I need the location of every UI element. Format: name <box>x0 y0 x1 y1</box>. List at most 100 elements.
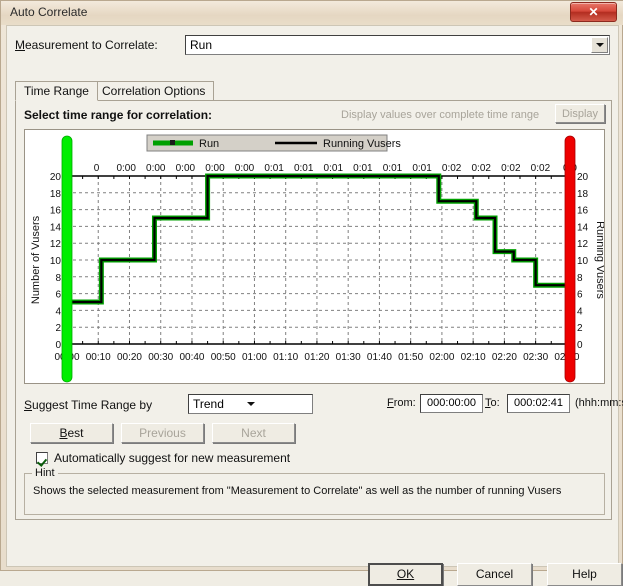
svg-text:00:30: 00:30 <box>148 352 173 363</box>
svg-text:00:20: 00:20 <box>117 352 142 363</box>
measurement-label-rest: easurement to Correlate: <box>25 38 158 52</box>
checkbox-icon[interactable] <box>36 452 48 464</box>
svg-text:10: 10 <box>50 256 62 267</box>
measurement-value: Run <box>190 38 213 52</box>
svg-text:4: 4 <box>55 306 61 317</box>
svg-text:Number of Vusers: Number of Vusers <box>30 215 42 304</box>
svg-text:0:01: 0:01 <box>324 163 344 174</box>
best-label-rest: est <box>67 426 84 440</box>
svg-text:0:00: 0:00 <box>176 163 196 174</box>
auto-correlate-dialog: Auto Correlate ✕ Measurement to Correlat… <box>0 0 623 586</box>
svg-text:0:02: 0:02 <box>501 163 521 174</box>
select-time-range-label: Select time range for correlation: <box>24 108 213 122</box>
hint-group: Hint Shows the selected measurement from… <box>24 467 605 515</box>
graph-svg: Run Running Vusers 0 0 0:00 0:00 0:00 0:00 0:0… <box>25 130 604 383</box>
to-label-rest: o: <box>490 397 500 409</box>
from-time-field[interactable]: 000:00:00 <box>420 394 483 413</box>
dialog-client-area: Measurement to Correlate: Run Time Range… <box>6 25 623 586</box>
hint-text: Shows the selected measurement from "Mea… <box>33 485 562 497</box>
best-accel: B <box>59 426 68 440</box>
ok-label: OK <box>396 567 415 581</box>
svg-text:02:00: 02:00 <box>429 352 454 363</box>
measurement-combobox[interactable]: Run <box>185 35 610 55</box>
svg-text:00:10: 00:10 <box>86 352 111 363</box>
tab-strip: Time Range Correlation Options <box>15 81 612 101</box>
from-label: From: <box>387 397 416 409</box>
display-button[interactable]: Display <box>555 104 605 123</box>
svg-text:02:10: 02:10 <box>461 352 486 363</box>
measurement-label-accel: M <box>15 38 25 52</box>
tab-correlation-options[interactable]: Correlation Options <box>93 81 215 101</box>
svg-text:Running Vusers: Running Vusers <box>594 221 604 299</box>
hint-legend: Hint <box>32 467 58 479</box>
svg-text:14: 14 <box>50 222 62 233</box>
svg-text:0:00: 0:00 <box>205 163 225 174</box>
svg-text:00:50: 00:50 <box>211 352 236 363</box>
svg-text:12: 12 <box>577 239 589 250</box>
svg-text:0:00: 0:00 <box>146 163 166 174</box>
help-button[interactable]: Help <box>547 563 622 586</box>
svg-text:01:50: 01:50 <box>398 352 423 363</box>
from-label-rest: rom: <box>393 397 416 409</box>
suggest-accel: S <box>24 398 33 412</box>
svg-text:0:01: 0:01 <box>353 163 373 174</box>
svg-text:Running Vusers: Running Vusers <box>323 138 401 150</box>
svg-text:Run: Run <box>199 138 219 150</box>
svg-text:00:40: 00:40 <box>179 352 204 363</box>
svg-text:0: 0 <box>55 340 61 351</box>
svg-text:0:01: 0:01 <box>294 163 314 174</box>
svg-text:02:30: 02:30 <box>523 352 548 363</box>
svg-text:01:10: 01:10 <box>273 352 298 363</box>
graph-legend: Run Running Vusers <box>146 134 401 152</box>
next-button[interactable]: Next <box>212 423 295 443</box>
close-icon[interactable]: ✕ <box>570 2 617 22</box>
svg-text:2: 2 <box>55 323 61 334</box>
svg-text:0:02: 0:02 <box>442 163 462 174</box>
svg-text:0: 0 <box>94 163 100 174</box>
svg-text:0: 0 <box>577 340 583 351</box>
auto-suggest-label: Automatically suggest for new measuremen… <box>54 451 291 465</box>
previous-button[interactable]: Previous <box>121 423 204 443</box>
trend-combobox[interactable]: Trend <box>188 394 313 414</box>
svg-text:0:01: 0:01 <box>412 163 432 174</box>
svg-text:0:01: 0:01 <box>264 163 284 174</box>
suggest-time-range-label: Suggest Time Range by <box>24 398 152 412</box>
from-accel: F <box>387 397 394 409</box>
svg-text:20: 20 <box>50 172 62 183</box>
to-label: To: <box>485 397 500 409</box>
time-range-panel: Select time range for correlation: Displ… <box>15 100 623 520</box>
svg-text:20: 20 <box>577 172 589 183</box>
svg-text:18: 18 <box>50 189 62 200</box>
svg-text:8: 8 <box>55 273 61 284</box>
svg-text:0:01: 0:01 <box>383 163 403 174</box>
svg-text:01:00: 01:00 <box>242 352 267 363</box>
tab-time-range[interactable]: Time Range <box>15 81 98 101</box>
svg-text:18: 18 <box>577 189 589 200</box>
svg-text:8: 8 <box>577 273 583 284</box>
chevron-down-icon[interactable] <box>591 37 608 53</box>
ok-button[interactable]: OK <box>368 563 443 586</box>
svg-text:01:20: 01:20 <box>304 352 329 363</box>
suggest-label-rest: uggest Time Range by <box>32 398 153 412</box>
svg-text:0:00: 0:00 <box>116 163 136 174</box>
svg-text:0:02: 0:02 <box>472 163 492 174</box>
to-time-field[interactable]: 000:02:41 <box>507 394 570 413</box>
measurement-row: Measurement to Correlate: Run <box>15 35 610 55</box>
display-values-label: Display values over complete time range <box>341 109 540 121</box>
cancel-button[interactable]: Cancel <box>457 563 532 586</box>
title-bar: Auto Correlate ✕ <box>1 1 623 25</box>
trend-value: Trend <box>193 397 224 411</box>
time-range-graph[interactable]: Run Running Vusers 0 0 0:00 0:00 0:00 0:00 0:0… <box>24 129 605 384</box>
svg-text:16: 16 <box>577 206 589 217</box>
svg-text:16: 16 <box>50 206 62 217</box>
svg-text:01:30: 01:30 <box>336 352 361 363</box>
window-title: Auto Correlate <box>10 5 88 19</box>
svg-text:0:00: 0:00 <box>235 163 255 174</box>
svg-text:12: 12 <box>50 239 62 250</box>
svg-text:14: 14 <box>577 222 589 233</box>
time-format-label: (hhh:mm:ss) <box>575 397 623 409</box>
svg-text:6: 6 <box>577 290 583 301</box>
measurement-label: Measurement to Correlate: <box>15 38 158 52</box>
svg-text:2: 2 <box>577 323 583 334</box>
best-button[interactable]: Best <box>30 423 113 443</box>
